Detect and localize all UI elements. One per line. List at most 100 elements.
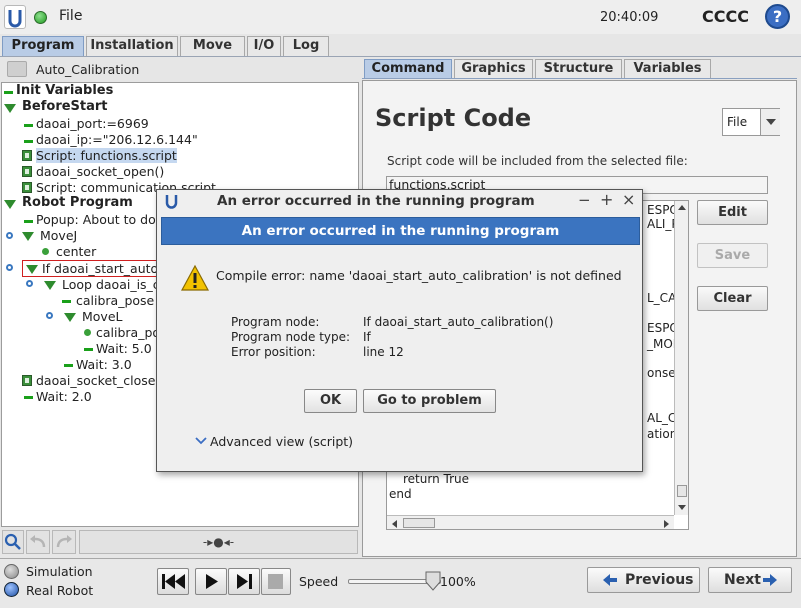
maximize-icon[interactable]: + [600,190,613,209]
tab-installation[interactable]: Installation [86,36,178,56]
expand-icon[interactable] [44,281,56,290]
edit-button[interactable]: Edit [697,200,768,225]
stop-button[interactable] [261,568,291,595]
undo-button[interactable] [26,530,50,554]
expand-icon[interactable] [22,232,34,241]
collapse-tree-button[interactable]: -▸●◂- [79,530,358,554]
tree-node-icon [84,348,93,351]
expand-icon[interactable] [4,104,16,113]
next-button[interactable]: Next [708,567,792,593]
code-line: return True [403,472,469,486]
tree-item[interactable]: daoai_port:=6969 [36,116,149,132]
search-button[interactable] [2,530,24,554]
expand-icon[interactable] [26,265,38,274]
move-node-icon [46,312,53,319]
stop-icon [268,574,283,589]
chevron-down-icon[interactable] [760,109,780,135]
advanced-view-toggle[interactable]: Advanced view (script) [210,434,353,449]
horizontal-scrollbar[interactable] [387,515,674,529]
tree-item[interactable]: calibra_pose [76,293,154,309]
tree-item[interactable]: calibra_po [96,325,160,341]
error-dialog: An error occurred in the running program… [156,189,643,472]
tree-item[interactable]: MoveL [82,309,123,325]
tree-item[interactable]: Wait: 3.0 [76,357,132,373]
save-button[interactable]: Save [697,243,768,268]
error-position-value: line 12 [363,345,404,359]
tree-item[interactable]: Loop daoai_is_c [62,277,160,293]
top-header: File 20:40:09 CCCC ? [0,0,801,34]
redo-button[interactable] [52,530,76,554]
tree-node-icon [64,364,73,367]
hscroll-thumb[interactable] [403,518,435,528]
real-robot-label: Real Robot [26,583,94,598]
play-icon [206,574,218,589]
tree-item[interactable]: daoai_socket_close [36,373,156,389]
error-position-label: Error position: [231,345,316,359]
tab-program[interactable]: Program [2,36,84,56]
move-node-icon [6,232,13,239]
tree-node-icon [62,300,71,303]
next-label: Next [724,572,761,588]
scroll-up-icon[interactable] [677,203,687,211]
script-icon [22,166,32,177]
tree-item[interactable]: BeforeStart [22,99,108,115]
real-robot-radio[interactable] [4,582,19,597]
tree-node-icon [24,140,33,143]
vertical-scrollbar[interactable] [674,201,688,515]
tree-item[interactable]: Popup: About to do [36,212,156,228]
waypoint-icon [84,329,91,336]
step-button[interactable] [228,568,260,595]
speed-label: Speed [299,574,339,589]
search-icon [4,533,21,550]
expand-icon[interactable] [4,200,16,209]
code-line: L_CA [647,291,677,305]
loop-node-icon [26,280,33,287]
rewind-button[interactable] [157,568,189,595]
tab-command[interactable]: Command [364,59,452,79]
script-code-title: Script Code [375,104,532,132]
simulation-radio[interactable] [4,564,19,579]
tree-item[interactable]: daoai_socket_open() [36,164,164,180]
scroll-right-icon[interactable] [663,519,671,529]
scroll-left-icon[interactable] [390,519,398,529]
minimize-icon[interactable]: − [578,191,591,209]
clock: 20:40:09 [600,10,659,25]
play-button[interactable] [195,568,227,595]
tree-item[interactable]: Wait: 5.0 [96,341,152,357]
redo-icon [56,535,72,548]
ur-logo-icon [163,193,183,211]
clear-button[interactable]: Clear [697,286,768,311]
scroll-down-icon[interactable] [677,504,687,512]
tab-graphics[interactable]: Graphics [454,59,533,79]
previous-button[interactable]: Previous [587,567,700,593]
ok-button[interactable]: OK [304,389,357,413]
tab-structure[interactable]: Structure [535,59,622,79]
tree-item[interactable]: MoveJ [40,228,77,244]
file-menu[interactable]: File [59,8,82,24]
close-icon[interactable]: × [622,190,635,209]
script-mode-select[interactable]: File [722,108,780,136]
script-mode-value: File [727,115,748,129]
tab-move[interactable]: Move [180,36,245,56]
program-node-value: If daoai_start_auto_calibration() [363,315,554,329]
script-icon [22,182,32,193]
tree-item[interactable]: daoai_ip:="206.12.6.144" [36,132,198,148]
tree-item[interactable]: center [56,244,96,260]
speed-slider-thumb[interactable] [425,571,441,591]
tree-item-selected[interactable]: Script: functions.script [36,148,177,164]
chevron-down-icon[interactable] [195,436,207,446]
code-line: end [389,487,412,501]
rewind-icon [162,574,185,589]
tab-io[interactable]: I/O [247,36,281,56]
tab-log[interactable]: Log [283,36,329,56]
tree-item-error[interactable]: If daoai_start_auto [42,261,158,277]
tab-variables[interactable]: Variables [624,59,711,79]
expand-icon[interactable] [64,313,76,322]
scroll-thumb[interactable] [677,485,687,497]
tree-item[interactable]: Init Variables [16,83,113,99]
help-button[interactable]: ? [765,4,790,29]
script-icon [22,375,32,386]
tree-item[interactable]: Robot Program [22,195,133,211]
tree-item[interactable]: Wait: 2.0 [36,389,92,405]
go-to-problem-button[interactable]: Go to problem [363,389,496,413]
